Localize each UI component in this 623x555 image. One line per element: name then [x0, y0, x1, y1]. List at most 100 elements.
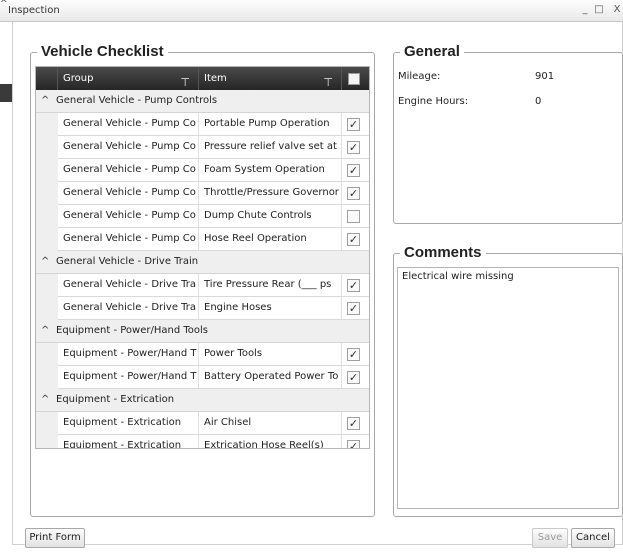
table-row[interactable]: Equipment - Power/Hand T Battery Operated…: [36, 366, 369, 389]
checkmark-icon: ✓: [348, 233, 359, 246]
table-row[interactable]: General Vehicle - Pump Co Foam System Ope…: [36, 159, 369, 182]
cell-group: Equipment - Power/Hand T: [58, 366, 199, 388]
table-row[interactable]: General Vehicle - Pump Co Dump Chute Cont…: [36, 205, 369, 228]
cell-group: Equipment - Extrication: [58, 435, 199, 448]
group-row[interactable]: ^ Equipment - Power/Hand Tools: [36, 320, 369, 343]
cell-item: Hose Reel Operation: [199, 228, 342, 250]
vehicle-checklist-panel: Vehicle Checklist Group ⊤ Item ⊤ ^ Genera…: [30, 43, 375, 517]
row-indent: [36, 412, 58, 435]
group-row[interactable]: ^ General Vehicle - Pump Controls: [36, 90, 369, 113]
table-row[interactable]: Equipment - Power/Hand T Power Tools ✓: [36, 343, 369, 366]
cell-item: Air Chisel: [199, 412, 342, 434]
group-row-title: General Vehicle - Pump Controls: [56, 95, 218, 106]
cell-item: Power Tools: [199, 343, 342, 365]
table-row[interactable]: Equipment - Extrication Extrication Hose …: [36, 435, 369, 449]
collapse-caret-icon[interactable]: ^: [41, 90, 49, 112]
comments-panel: Comments Electrical wire missing: [393, 244, 623, 517]
cell-item: Foam System Operation: [199, 159, 342, 181]
select-all-checkbox[interactable]: [348, 73, 360, 85]
checkmark-icon: ✓: [348, 141, 359, 154]
checkbox-checked[interactable]: ✓: [347, 348, 360, 361]
cell-group: General Vehicle - Pump Co: [58, 136, 199, 158]
column-header-item[interactable]: Item ⊤: [199, 67, 342, 90]
cell-item: Pressure relief valve set at: [199, 136, 342, 158]
left-edge-strip: [0, 84, 12, 102]
cell-item: Dump Chute Controls: [199, 205, 342, 227]
checkmark-icon: ✓: [348, 348, 359, 361]
title-bar: ^ Inspection _ □ X: [0, 0, 623, 22]
header-expander-column: [36, 67, 58, 90]
maximize-button[interactable]: □: [593, 4, 605, 17]
table-row[interactable]: General Vehicle - Drive Tra Tire Pressure…: [36, 274, 369, 297]
column-header-group[interactable]: Group ⊤: [58, 67, 199, 90]
cell-group: General Vehicle - Pump Co: [58, 159, 199, 181]
row-indent: [36, 113, 58, 136]
checkbox-unchecked[interactable]: [347, 210, 360, 223]
collapse-caret-icon[interactable]: ^: [41, 320, 49, 342]
cell-item: Throttle/Pressure Governor: [199, 182, 342, 204]
row-indent: [36, 274, 58, 297]
checkbox-checked[interactable]: ✓: [347, 440, 360, 449]
column-header-item-label: Item: [204, 73, 227, 84]
checkmark-icon: ✓: [348, 440, 359, 449]
cell-item: Portable Pump Operation: [199, 113, 342, 135]
table-row[interactable]: Equipment - Extrication Air Chisel ✓: [36, 412, 369, 435]
save-button[interactable]: Save: [532, 528, 568, 548]
comments-textarea[interactable]: Electrical wire missing: [397, 267, 619, 509]
group-row-title: Equipment - Power/Hand Tools: [56, 325, 208, 336]
checkmark-icon: ✓: [348, 417, 359, 430]
table-row[interactable]: General Vehicle - Pump Co Throttle/Pressu…: [36, 182, 369, 205]
cell-group: General Vehicle - Pump Co: [58, 182, 199, 204]
group-row-title: General Vehicle - Drive Train: [56, 256, 199, 267]
engine-hours-value: 0: [535, 96, 542, 107]
row-indent: [36, 228, 58, 251]
row-indent: [36, 366, 58, 389]
checkbox-checked[interactable]: ✓: [347, 118, 360, 131]
cell-group: General Vehicle - Pump Co: [58, 205, 199, 227]
print-form-button[interactable]: Print Form: [25, 528, 85, 548]
collapse-caret-icon[interactable]: ^: [41, 251, 49, 273]
checkbox-checked[interactable]: ✓: [347, 302, 360, 315]
table-row[interactable]: General Vehicle - Pump Co Pressure relief…: [36, 136, 369, 159]
cell-item: Tire Pressure Rear (___ ps: [199, 274, 342, 296]
cell-group: Equipment - Power/Hand T: [58, 343, 199, 365]
checkmark-icon: ✓: [348, 371, 359, 384]
cancel-button[interactable]: Cancel: [571, 528, 615, 548]
column-header-group-label: Group: [63, 73, 94, 84]
cell-group: General Vehicle - Drive Tra: [58, 297, 199, 319]
cell-item: Engine Hoses: [199, 297, 342, 319]
checkbox-checked[interactable]: ✓: [347, 417, 360, 430]
checkbox-checked[interactable]: ✓: [347, 233, 360, 246]
cell-group: Equipment - Extrication: [58, 412, 199, 434]
checklist-grid[interactable]: Group ⊤ Item ⊤ ^ General Vehicle - Pump C…: [35, 66, 370, 449]
row-indent: [36, 205, 58, 228]
checkbox-checked[interactable]: ✓: [347, 279, 360, 292]
checkbox-checked[interactable]: ✓: [347, 371, 360, 384]
group-row[interactable]: ^ General Vehicle - Drive Train: [36, 251, 369, 274]
mileage-value: 901: [535, 71, 555, 82]
group-row-title: Equipment - Extrication: [56, 394, 175, 405]
checkbox-checked[interactable]: ✓: [347, 187, 360, 200]
row-indent: [36, 159, 58, 182]
row-indent: [36, 297, 58, 320]
checkbox-checked[interactable]: ✓: [347, 141, 360, 154]
table-row[interactable]: General Vehicle - Drive Tra Engine Hoses ✓: [36, 297, 369, 320]
mileage-label: Mileage:: [398, 71, 441, 82]
checkmark-icon: ✓: [348, 118, 359, 131]
general-panel: General Mileage: 901 Engine Hours: 0: [393, 43, 623, 224]
cell-group: General Vehicle - Pump Co: [58, 228, 199, 250]
checkbox-checked[interactable]: ✓: [347, 164, 360, 177]
cell-item: Extrication Hose Reel(s): [199, 435, 342, 448]
vehicle-checklist-legend: Vehicle Checklist: [37, 43, 168, 60]
grid-body: ^ General Vehicle - Pump Controls General …: [36, 90, 369, 449]
collapse-caret-icon[interactable]: ^: [41, 389, 49, 411]
table-row[interactable]: General Vehicle - Pump Co Portable Pump O…: [36, 113, 369, 136]
checkmark-icon: ✓: [348, 302, 359, 315]
minimize-button[interactable]: _: [580, 4, 590, 17]
comments-legend: Comments: [400, 244, 486, 261]
group-row[interactable]: ^ Equipment - Extrication: [36, 389, 369, 412]
close-button[interactable]: X: [612, 4, 622, 17]
table-row[interactable]: General Vehicle - Pump Co Hose Reel Opera…: [36, 228, 369, 251]
grid-header: Group ⊤ Item ⊤: [36, 67, 369, 90]
checkmark-icon: ✓: [348, 279, 359, 292]
